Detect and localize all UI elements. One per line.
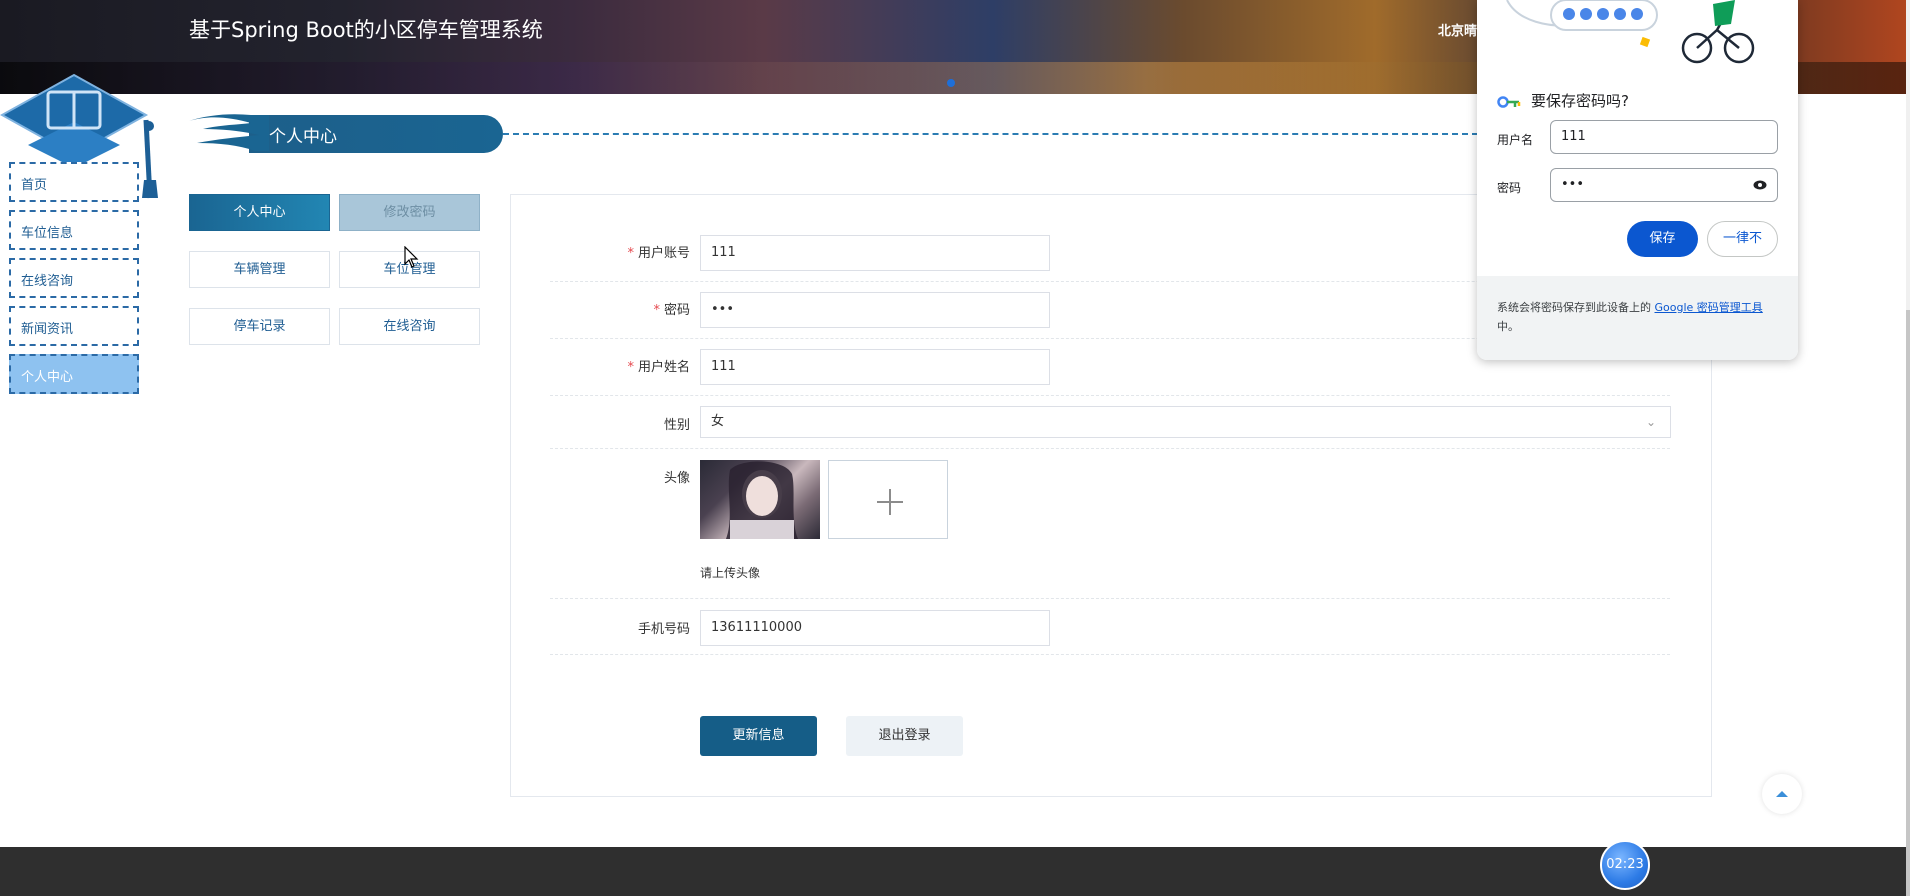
popup-save-button[interactable]: 保存 [1627, 221, 1698, 257]
gender-select[interactable]: 女 ⌄ [700, 406, 1671, 438]
key-icon [1497, 95, 1521, 108]
back-to-top-button[interactable] [1762, 774, 1802, 814]
arrow-up-icon [1776, 791, 1788, 797]
account-label: * 用户账号 [627, 246, 690, 261]
popup-footer-suffix: 中。 [1497, 320, 1519, 333]
avatar-image[interactable] [700, 460, 820, 539]
avatar-hint: 请上传头像 [700, 566, 761, 580]
nav-item-online-consult[interactable]: 在线咨询 [9, 258, 139, 298]
popup-password-field[interactable]: ••• [1550, 168, 1778, 202]
page-scrollbar[interactable] [1906, 0, 1910, 896]
avatar-label: 头像 [663, 471, 690, 486]
tab-personal-center[interactable]: 个人中心 [189, 194, 330, 231]
site-title: 基于Spring Boot的小区停车管理系统 [189, 18, 543, 42]
eye-icon[interactable] [1753, 169, 1767, 203]
gender-label: 性别 [663, 418, 690, 433]
carousel-indicator[interactable] [947, 79, 955, 87]
weather-text: 北京晴 [1438, 24, 1478, 39]
account-input[interactable]: 111 [700, 235, 1050, 271]
scrollbar-thumb[interactable] [1906, 310, 1910, 896]
mouse-cursor-icon [404, 246, 419, 268]
popup-username-label: 用户名 [1497, 133, 1534, 147]
plus-icon [877, 489, 903, 515]
popup-username-field[interactable]: 111 [1550, 120, 1778, 154]
tab-parking-records[interactable]: 停车记录 [189, 308, 330, 345]
nav-item-parking-info[interactable]: 车位信息 [9, 210, 139, 250]
update-info-button[interactable]: 更新信息 [700, 716, 817, 756]
password-label: * 密码 [653, 303, 690, 318]
save-password-dialog: 要保存密码吗? 用户名 111 密码 ••• 保存 一律不 系统会将密码保存到此… [1477, 0, 1798, 360]
google-password-manager-link[interactable]: Google 密码管理工具 [1655, 301, 1763, 314]
nav-item-home[interactable]: 首页 [9, 162, 139, 202]
save-password-title: 要保存密码吗? [1497, 90, 1629, 111]
save-password-title-text: 要保存密码吗? [1531, 92, 1629, 110]
name-label: * 用户姓名 [627, 360, 690, 375]
password-input[interactable]: ••• [700, 292, 1050, 328]
name-input[interactable]: 111 [700, 349, 1050, 385]
tab-change-password[interactable]: 修改密码 [339, 194, 480, 231]
popup-footer: 系统会将密码保存到此设备上的 Google 密码管理工具中。 [1477, 276, 1798, 360]
chevron-down-icon: ⌄ [1645, 415, 1656, 429]
phone-input[interactable]: 13611110000 [700, 610, 1050, 646]
popup-never-button[interactable]: 一律不 [1707, 221, 1778, 257]
avatar-photo-icon [726, 461, 798, 539]
section-divider [503, 133, 1478, 135]
left-nav: 首页 车位信息 在线咨询 新闻资讯 个人中心 [9, 162, 139, 402]
gender-select-value: 女 [711, 414, 725, 429]
logout-button[interactable]: 退出登录 [846, 716, 963, 756]
section-title: 个人中心 [269, 127, 337, 147]
popup-footer-text: 系统会将密码保存到此设备上的 [1497, 301, 1655, 314]
avatar-upload-button[interactable] [828, 460, 948, 539]
tab-online-consult[interactable]: 在线咨询 [339, 308, 480, 345]
tab-vehicle-management[interactable]: 车辆管理 [189, 251, 330, 288]
phone-label: 手机号码 [637, 622, 690, 637]
password-illustration-icon [1506, 0, 1755, 64]
section-heading: 个人中心 [189, 113, 503, 153]
flame-decoration-icon [189, 114, 269, 151]
nav-item-news[interactable]: 新闻资讯 [9, 306, 139, 346]
popup-password-value: ••• [1561, 177, 1585, 192]
timer-badge[interactable]: 02:23 [1600, 840, 1650, 890]
popup-password-label: 密码 [1497, 181, 1522, 195]
nav-item-personal-center[interactable]: 个人中心 [9, 354, 139, 394]
